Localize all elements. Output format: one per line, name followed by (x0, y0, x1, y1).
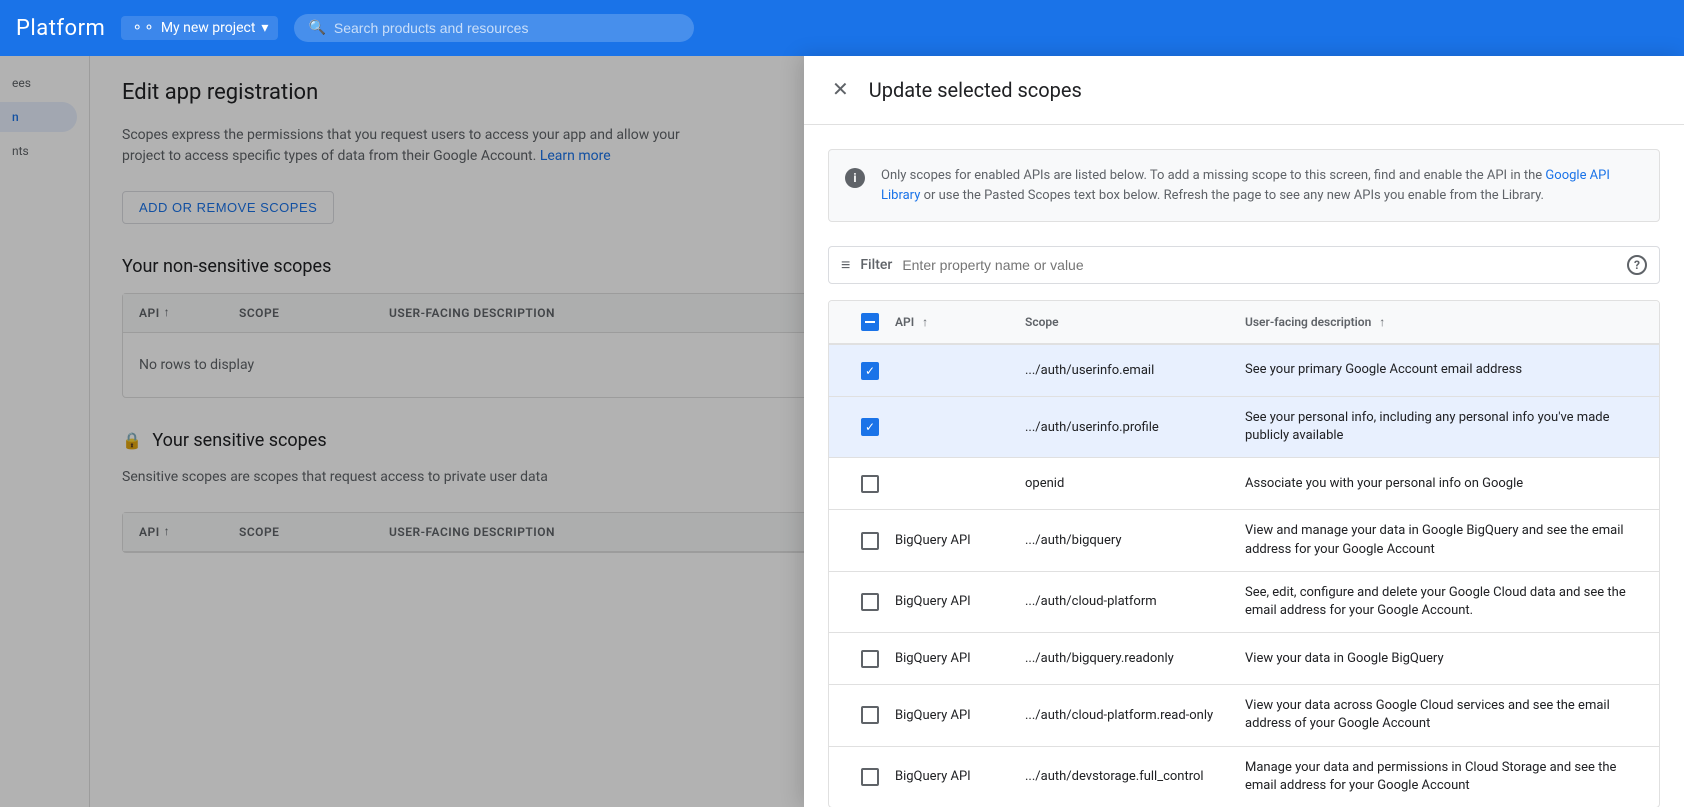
desc-cell: Associate you with your personal info on… (1245, 475, 1643, 493)
project-dropdown-icon: ▾ (261, 20, 268, 36)
api-cell: BigQuery API (895, 651, 1025, 666)
row-checkbox-cell (845, 706, 895, 724)
info-icon: i (845, 168, 865, 188)
scope-cell: openid (1025, 476, 1245, 491)
project-selector[interactable]: ⚬⚬ My new project ▾ (121, 16, 278, 40)
row-checkbox[interactable] (861, 475, 879, 493)
table-row: .../auth/userinfo.profile See your perso… (829, 397, 1659, 458)
api-sort-arrow[interactable]: ↑ (922, 315, 928, 329)
search-input[interactable] (334, 20, 681, 36)
modal-close-button[interactable]: ✕ (828, 76, 853, 104)
api-cell: BigQuery API (895, 769, 1025, 784)
desc-cell: View your data in Google BigQuery (1245, 650, 1643, 668)
modal-title: Update selected scopes (869, 78, 1082, 102)
search-bar[interactable]: 🔍 (294, 14, 694, 42)
col-scope-header: Scope (1025, 315, 1245, 329)
filter-input[interactable] (902, 257, 1617, 273)
info-box: i Only scopes for enabled APIs are liste… (828, 149, 1660, 222)
row-checkbox-cell (845, 475, 895, 493)
header-checkbox-cell (845, 313, 895, 331)
row-checkbox[interactable] (861, 418, 879, 436)
row-checkbox[interactable] (861, 362, 879, 380)
row-checkbox-cell (845, 418, 895, 436)
scope-cell: .../auth/userinfo.profile (1025, 420, 1245, 435)
row-checkbox-cell (845, 768, 895, 786)
scope-cell: .../auth/devstorage.full_control (1025, 769, 1245, 784)
desc-cell: View your data across Google Cloud servi… (1245, 697, 1643, 733)
modal-body: i Only scopes for enabled APIs are liste… (804, 125, 1684, 807)
filter-icon: ≡ (841, 255, 850, 275)
modal-overlay: ✕ Update selected scopes i Only scopes f… (0, 56, 1684, 807)
row-checkbox-cell (845, 650, 895, 668)
filter-bar[interactable]: ≡ Filter ? (828, 246, 1660, 284)
search-icon: 🔍 (308, 20, 325, 36)
project-dots-icon: ⚬⚬ (131, 20, 154, 36)
desc-cell: See your primary Google Account email ad… (1245, 361, 1643, 379)
desc-sort-arrow[interactable]: ↑ (1379, 315, 1385, 329)
info-text: Only scopes for enabled APIs are listed … (881, 166, 1643, 205)
row-checkbox-cell (845, 362, 895, 380)
desc-cell: See, edit, configure and delete your Goo… (1245, 584, 1643, 620)
desc-cell: See your personal info, including any pe… (1245, 409, 1643, 445)
row-checkbox-cell (845, 532, 895, 550)
filter-help-icon[interactable]: ? (1627, 255, 1647, 275)
api-cell: BigQuery API (895, 594, 1025, 609)
close-icon: ✕ (832, 79, 849, 101)
topbar: Platform ⚬⚬ My new project ▾ 🔍 (0, 0, 1684, 56)
table-row: BigQuery API .../auth/bigquery View and … (829, 510, 1659, 571)
api-cell: BigQuery API (895, 533, 1025, 548)
row-checkbox[interactable] (861, 650, 879, 668)
row-checkbox-cell (845, 593, 895, 611)
desc-cell: Manage your data and permissions in Clou… (1245, 759, 1643, 795)
table-row: BigQuery API .../auth/cloud-platform See… (829, 572, 1659, 633)
filter-label: Filter (860, 257, 892, 273)
table-row: BigQuery API .../auth/bigquery.readonly … (829, 633, 1659, 685)
table-row: openid Associate you with your personal … (829, 458, 1659, 510)
modal-panel: ✕ Update selected scopes i Only scopes f… (804, 56, 1684, 807)
row-checkbox[interactable] (861, 532, 879, 550)
col-api-header: API ↑ (895, 315, 1025, 329)
row-checkbox[interactable] (861, 768, 879, 786)
table-row: BigQuery API .../auth/devstorage.full_co… (829, 747, 1659, 807)
scope-cell: .../auth/cloud-platform (1025, 594, 1245, 609)
scopes-table-header: API ↑ Scope User-facing description ↑ (829, 301, 1659, 345)
scopes-table: API ↑ Scope User-facing description ↑ (828, 300, 1660, 807)
modal-header: ✕ Update selected scopes (804, 56, 1684, 125)
scope-cell: .../auth/userinfo.email (1025, 363, 1245, 378)
table-row: .../auth/userinfo.email See your primary… (829, 345, 1659, 397)
table-row: BigQuery API .../auth/cloud-platform.rea… (829, 685, 1659, 746)
scope-cell: .../auth/bigquery.readonly (1025, 651, 1245, 666)
project-name: My new project (161, 20, 256, 36)
scope-cell: .../auth/bigquery (1025, 533, 1245, 548)
desc-cell: View and manage your data in Google BigQ… (1245, 522, 1643, 558)
row-checkbox[interactable] (861, 593, 879, 611)
col-desc-header: User-facing description ↑ (1245, 315, 1643, 329)
row-checkbox[interactable] (861, 706, 879, 724)
api-cell: BigQuery API (895, 708, 1025, 723)
platform-logo: Platform (16, 16, 105, 41)
select-all-checkbox[interactable] (861, 313, 879, 331)
main-layout: ees n nts Edit app registration Scopes e… (0, 56, 1684, 807)
scope-cell: .../auth/cloud-platform.read-only (1025, 708, 1245, 723)
